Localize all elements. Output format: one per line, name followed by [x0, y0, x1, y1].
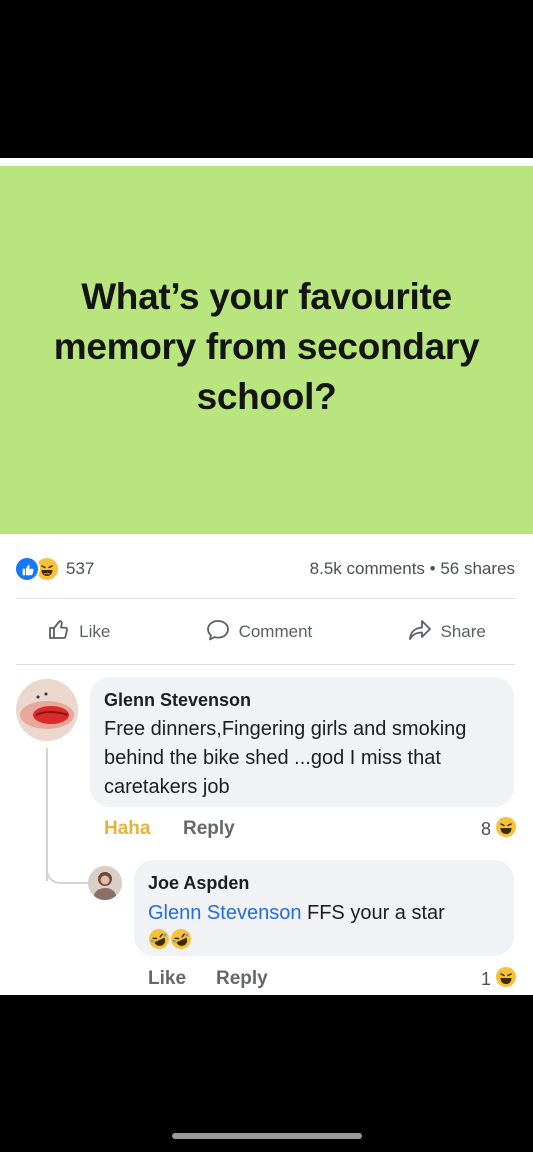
reply-like-link[interactable]: Like — [148, 968, 186, 990]
home-indicator[interactable] — [172, 1133, 362, 1139]
reply-author[interactable]: Joe Aspden — [148, 873, 249, 894]
comment-author[interactable]: Glenn Stevenson — [104, 690, 251, 711]
share-button[interactable]: Share — [407, 618, 486, 647]
comment-bubble: Glenn Stevenson Free dinners,Fingering g… — [90, 677, 514, 807]
rolling-laughing-icon — [170, 928, 192, 955]
comments-shares-count[interactable]: 8.5k comments • 56 shares — [310, 559, 515, 579]
comment-reaction-count-value: 8 — [480, 819, 491, 839]
reply-reply-link[interactable]: Reply — [216, 968, 268, 990]
reply-text-body: FFS your a star — [301, 902, 445, 924]
share-label: Share — [440, 622, 486, 641]
comment-reply-link[interactable]: Reply — [183, 818, 235, 840]
top-divider-strip — [0, 158, 533, 166]
reply-emojis — [148, 928, 192, 955]
action-bar: Like Comment Share — [0, 614, 533, 650]
divider — [16, 598, 515, 599]
reaction-count: 537 — [66, 559, 95, 578]
reply-bubble: Joe Aspden Glenn Stevenson FFS your a st… — [134, 860, 514, 956]
post-footer-card: 537 8.5k comments • 56 shares Like Comme… — [0, 534, 533, 995]
like-button[interactable]: Like — [47, 618, 110, 647]
reply-mention-link[interactable]: Glenn Stevenson — [148, 902, 301, 924]
post-background: What’s your favourite memory from second… — [0, 166, 533, 534]
haha-icon — [495, 966, 517, 993]
bottom-black-area — [0, 995, 533, 1152]
reply-reaction-count[interactable]: 1 — [481, 966, 517, 993]
comment-haha-reaction-link[interactable]: Haha — [104, 818, 150, 840]
divider — [16, 664, 515, 665]
comment-text: Free dinners,Fingering girls and smoking… — [104, 718, 467, 798]
top-black-area — [0, 0, 533, 158]
reactions-summary[interactable]: 537 8.5k comments • 56 shares — [14, 556, 515, 582]
reply-avatar[interactable] — [88, 866, 122, 900]
like-label: Like — [79, 622, 111, 641]
reply-text: Glenn Stevenson FFS your a star — [148, 900, 508, 926]
reaction-icons[interactable]: 537 — [14, 556, 94, 582]
rolling-laughing-icon — [148, 928, 170, 955]
like-icon — [14, 556, 40, 582]
comment-reaction-count[interactable]: 8 — [481, 816, 517, 843]
post-text: What’s your favourite memory from second… — [53, 276, 480, 417]
reply-reaction-count-value: 1 — [480, 969, 491, 989]
thumbs-up-icon — [47, 618, 71, 647]
comment-icon — [205, 618, 231, 647]
reply-thread-connector — [46, 856, 88, 884]
comment-label: Comment — [238, 622, 313, 641]
avatar[interactable] — [16, 679, 78, 741]
haha-icon — [495, 816, 517, 843]
share-icon — [407, 618, 433, 647]
comment-button[interactable]: Comment — [205, 618, 313, 647]
